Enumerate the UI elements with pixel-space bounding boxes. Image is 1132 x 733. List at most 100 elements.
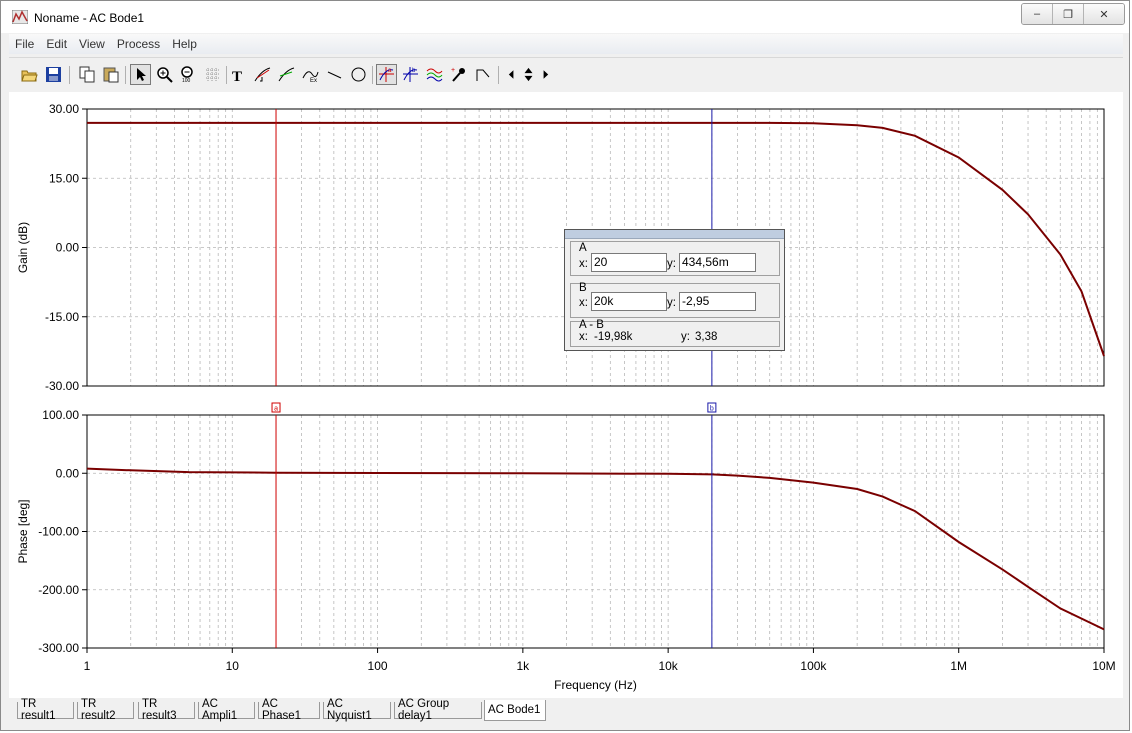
x-tick-label: 1 (84, 659, 91, 673)
cursor-panel-titlebar[interactable] (565, 230, 784, 239)
arrow-right-icon (543, 70, 549, 79)
paste-icon (103, 67, 119, 83)
cursor-a-marker-label: a (274, 406, 278, 413)
close-button[interactable]: ✕ (1084, 4, 1124, 24)
cursor-b-marker-label: b (710, 406, 714, 413)
cursor-a-button[interactable]: a (376, 64, 397, 85)
circle-icon (351, 67, 366, 82)
probe-icon: + (451, 67, 465, 82)
minimize-button[interactable]: – (1022, 4, 1053, 24)
open-icon (21, 70, 38, 82)
svg-text:a: a (388, 68, 392, 74)
y-axis-label: Phase [deg] (16, 499, 30, 563)
restore-button[interactable]: ❐ (1053, 4, 1084, 24)
svg-text:b: b (412, 68, 416, 74)
cursor-readout-panel[interactable]: A x: y: 20 434,56m B x: y: 20k -2,95 A -… (564, 229, 785, 351)
y-tick-label: 15.00 (49, 171, 79, 185)
x-axis-label: Frequency (Hz) (554, 678, 637, 692)
pointer-button[interactable] (130, 64, 151, 85)
save-icon (46, 67, 61, 82)
cursor-b-button[interactable]: b (400, 64, 421, 85)
cursor-b-icon: b (403, 67, 418, 82)
y-tick-label: 100.00 (42, 408, 79, 422)
arrow-right-button[interactable] (538, 64, 553, 85)
waves-button[interactable] (424, 64, 445, 85)
open-button[interactable] (19, 64, 40, 85)
step-button[interactable] (472, 64, 493, 85)
menu-file[interactable]: File (9, 37, 40, 51)
title-bar: Noname - AC Bode1 – ❐ ✕ (1, 1, 1129, 33)
cursor-a-y-field[interactable]: 434,56m (679, 253, 756, 272)
menu-edit[interactable]: Edit (40, 37, 73, 51)
grid-button[interactable] (202, 64, 223, 85)
main-window: Noname - AC Bode1 – ❐ ✕ File Edit View P… (0, 0, 1130, 731)
plot-area[interactable]: 30.00 15.00 0.00 -15.00 -30.00 Gain (dB) 100.0… (9, 92, 1123, 698)
minimize-icon: – (1033, 8, 1041, 20)
cursor-diff-x-label: x: (579, 331, 588, 343)
arrow-left-button[interactable] (504, 64, 519, 85)
cursor-a-title: A (579, 242, 587, 254)
cursor-b-x-label: x: (579, 297, 588, 309)
y-tick-label: -15.00 (45, 310, 79, 324)
menu-bar: File Edit View Process Help (9, 34, 1123, 54)
cursor-diff-title: A - B (579, 319, 604, 331)
cursor-diff-group: A - B x: -19,98k y: 3,38 (570, 319, 780, 347)
toolbar-separator (372, 66, 373, 84)
window-controls: – ❐ ✕ (1021, 3, 1125, 25)
toolbar-separator (498, 66, 499, 84)
cursor-a-x-label: x: (579, 258, 588, 270)
menu-process[interactable]: Process (111, 37, 166, 51)
copy-button[interactable] (77, 64, 98, 85)
probe-button[interactable]: + (448, 64, 469, 85)
curve-button[interactable]: Ex (300, 64, 321, 85)
tangent-button[interactable] (252, 64, 273, 85)
window-title: Noname - AC Bode1 (34, 11, 145, 25)
cursor-b-title: B (579, 282, 587, 294)
waves-icon (426, 68, 443, 82)
save-button[interactable] (43, 64, 64, 85)
text-button[interactable]: T (228, 64, 249, 85)
menu-help[interactable]: Help (166, 37, 203, 51)
tab-ac-nyquist1[interactable]: AC Nyquist1 (323, 698, 391, 722)
cursor-a-icon: a (379, 67, 394, 82)
y-tick-label: -100.00 (38, 525, 79, 539)
x-tick-label: 10 (226, 659, 240, 673)
tab-ac-group-delay1[interactable]: AC Group delay1 (394, 698, 482, 722)
tab-tr-result1[interactable]: TR result1 (17, 698, 74, 722)
x-tick-label: 10M (1092, 659, 1115, 673)
line-icon (327, 71, 342, 79)
circle-button[interactable] (348, 64, 369, 85)
cursor-b-x-field[interactable]: 20k (591, 292, 667, 311)
cursor-a-group: A x: y: 20 434,56m (570, 241, 780, 276)
x-tick-label: 10k (658, 659, 678, 673)
arrow-updown-button[interactable] (520, 64, 537, 85)
tab-ac-phase1[interactable]: AC Phase1 (258, 698, 320, 722)
tangent-icon (254, 67, 271, 82)
slope-icon (278, 67, 295, 82)
cursor-b-y-field[interactable]: -2,95 (679, 292, 756, 311)
paste-button[interactable] (101, 64, 122, 85)
x-tick-label: 100 (368, 659, 388, 673)
slope-button[interactable] (276, 64, 297, 85)
close-icon: ✕ (1099, 8, 1109, 21)
bode-plot[interactable]: 30.0015.000.00-15.00-30.00Gain (dB)100.0… (9, 92, 1123, 698)
cursor-a-x-field[interactable]: 20 (591, 253, 667, 272)
zoom-out-button[interactable]: 100 (178, 64, 199, 85)
toolbar-separator (226, 66, 227, 84)
line-button[interactable] (324, 64, 345, 85)
zoom-in-button[interactable] (154, 64, 175, 85)
restore-icon: ❐ (1063, 8, 1073, 21)
cursor-a-y-label: y: (667, 258, 676, 270)
tab-ac-ampli1[interactable]: AC Ampli1 (198, 698, 255, 722)
zoom-in-icon (157, 67, 173, 83)
tab-ac-bode1[interactable]: AC Bode1 (484, 700, 546, 721)
arrow-updown-icon (524, 67, 533, 82)
data-trace (86, 467, 1105, 631)
cursor-diff-x-value: -19,98k (594, 331, 633, 343)
y-tick-label: 0.00 (56, 241, 80, 255)
tab-tr-result3[interactable]: TR result3 (138, 698, 195, 722)
tab-tr-result2[interactable]: TR result2 (77, 698, 134, 722)
svg-text:100: 100 (182, 78, 191, 83)
menu-view[interactable]: View (73, 37, 111, 51)
cursor-b-group: B x: y: 20k -2,95 (570, 282, 780, 318)
